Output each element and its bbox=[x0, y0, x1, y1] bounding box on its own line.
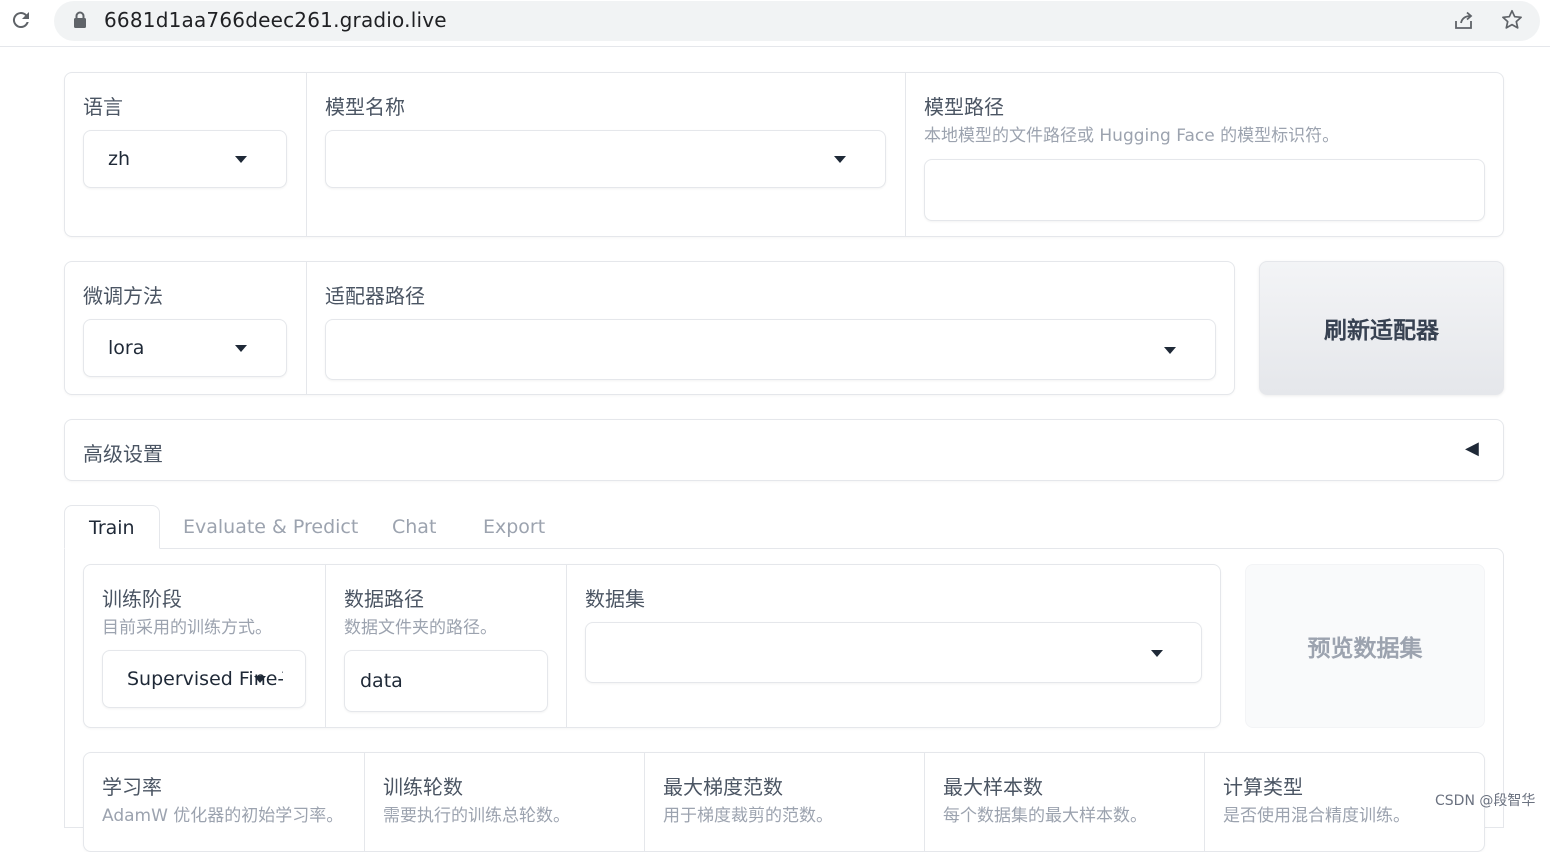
training-stage-dropdown[interactable]: Supervised Fine-Tuning bbox=[102, 650, 306, 708]
param-cell: 训练轮数 需要执行的训练总轮数。 bbox=[364, 753, 645, 851]
param-label: 最大样本数 bbox=[943, 775, 1043, 799]
adapter-panel: 微调方法 lora 适配器路径 bbox=[64, 261, 1235, 395]
param-cell: 最大梯度范数 用于梯度裁剪的范数。 bbox=[644, 753, 925, 851]
param-info: 用于梯度裁剪的范数。 bbox=[663, 806, 833, 826]
model-name-label: 模型名称 bbox=[325, 95, 405, 119]
dataset-label: 数据集 bbox=[585, 587, 645, 611]
collapse-arrow-icon[interactable]: ◀ bbox=[1465, 438, 1479, 459]
url-text[interactable]: 6681d1aa766deec261.gradio.live bbox=[104, 8, 447, 32]
finetune-dropdown[interactable]: lora bbox=[83, 319, 287, 377]
tab-export[interactable]: Export bbox=[483, 505, 545, 549]
data-dir-label: 数据路径 bbox=[344, 587, 424, 611]
param-cell: 最大样本数 每个数据集的最大样本数。 bbox=[924, 753, 1205, 851]
tab-train[interactable]: Train bbox=[64, 505, 160, 549]
param-label: 最大梯度范数 bbox=[663, 775, 783, 799]
browser-toolbar: 6681d1aa766deec261.gradio.live bbox=[0, 0, 1550, 47]
param-info: 需要执行的训练总轮数。 bbox=[383, 806, 570, 826]
training-stage-info: 目前采用的训练方式。 bbox=[102, 618, 272, 638]
lock-icon[interactable] bbox=[72, 10, 88, 30]
param-label: 计算类型 bbox=[1223, 775, 1303, 799]
language-dropdown[interactable]: zh bbox=[83, 130, 287, 188]
model-path-cell: 模型路径 本地模型的文件路径或 Hugging Face 的模型标识符。 bbox=[905, 73, 1503, 236]
tab-chat[interactable]: Chat bbox=[392, 505, 436, 549]
data-dir-cell: 数据路径 数据文件夹的路径。 data bbox=[325, 565, 567, 727]
preview-dataset-button[interactable]: 预览数据集 bbox=[1245, 564, 1485, 728]
hyperparams-panel: 学习率 AdamW 优化器的初始学习率。 训练轮数 需要执行的训练总轮数。 最大… bbox=[83, 752, 1485, 852]
advanced-settings-accordion[interactable]: 高级设置 ◀ bbox=[64, 419, 1504, 481]
training-stage-label: 训练阶段 bbox=[102, 587, 182, 611]
training-stage-cell: 训练阶段 目前采用的训练方式。 Supervised Fine-Tuning bbox=[84, 565, 326, 727]
advanced-settings-label: 高级设置 bbox=[83, 442, 163, 466]
finetune-value: lora bbox=[108, 337, 145, 359]
param-info: AdamW 优化器的初始学习率。 bbox=[102, 806, 344, 826]
adapter-path-cell: 适配器路径 bbox=[306, 262, 1234, 394]
finetune-label: 微调方法 bbox=[83, 284, 163, 308]
watermark-text: CSDN @段智华 bbox=[1435, 793, 1536, 809]
model-path-label: 模型路径 bbox=[924, 95, 1004, 119]
model-name-dropdown[interactable] bbox=[325, 130, 886, 188]
language-label: 语言 bbox=[83, 95, 123, 119]
top-settings-panel: 语言 zh 模型名称 模型路径 本地模型的文件路径或 Hugging Face … bbox=[64, 72, 1504, 237]
chevron-down-icon bbox=[254, 676, 266, 683]
language-cell: 语言 zh bbox=[65, 73, 307, 236]
chevron-down-icon bbox=[1164, 346, 1176, 354]
model-path-info: 本地模型的文件路径或 Hugging Face 的模型标识符。 bbox=[924, 126, 1340, 146]
language-value: zh bbox=[108, 148, 131, 170]
param-cell: 学习率 AdamW 优化器的初始学习率。 bbox=[84, 753, 365, 851]
reload-icon[interactable] bbox=[9, 8, 33, 32]
adapter-path-dropdown[interactable] bbox=[325, 319, 1216, 380]
adapter-path-label: 适配器路径 bbox=[325, 284, 425, 308]
finetune-cell: 微调方法 lora bbox=[65, 262, 307, 394]
refresh-adapters-button[interactable]: 刷新适配器 bbox=[1259, 261, 1504, 395]
chevron-down-icon bbox=[235, 345, 247, 352]
bookmark-star-icon[interactable] bbox=[1500, 8, 1524, 32]
data-dir-value: data bbox=[360, 670, 403, 692]
model-path-input[interactable] bbox=[924, 159, 1485, 221]
param-label: 学习率 bbox=[102, 775, 162, 799]
param-label: 训练轮数 bbox=[383, 775, 463, 799]
model-name-cell: 模型名称 bbox=[306, 73, 906, 236]
training-data-panel: 训练阶段 目前采用的训练方式。 Supervised Fine-Tuning 数… bbox=[83, 564, 1221, 728]
param-info: 是否使用混合精度训练。 bbox=[1223, 806, 1410, 826]
tab-evaluate-predict[interactable]: Evaluate & Predict bbox=[183, 505, 358, 549]
data-dir-input[interactable]: data bbox=[344, 650, 548, 712]
chevron-down-icon bbox=[834, 156, 846, 163]
data-dir-info: 数据文件夹的路径。 bbox=[344, 618, 497, 638]
share-icon[interactable] bbox=[1452, 9, 1476, 33]
dataset-cell: 数据集 bbox=[566, 565, 1220, 727]
param-info: 每个数据集的最大样本数。 bbox=[943, 806, 1147, 826]
chevron-down-icon bbox=[235, 156, 247, 163]
chevron-down-icon bbox=[1151, 649, 1163, 657]
dataset-dropdown[interactable] bbox=[585, 622, 1202, 683]
